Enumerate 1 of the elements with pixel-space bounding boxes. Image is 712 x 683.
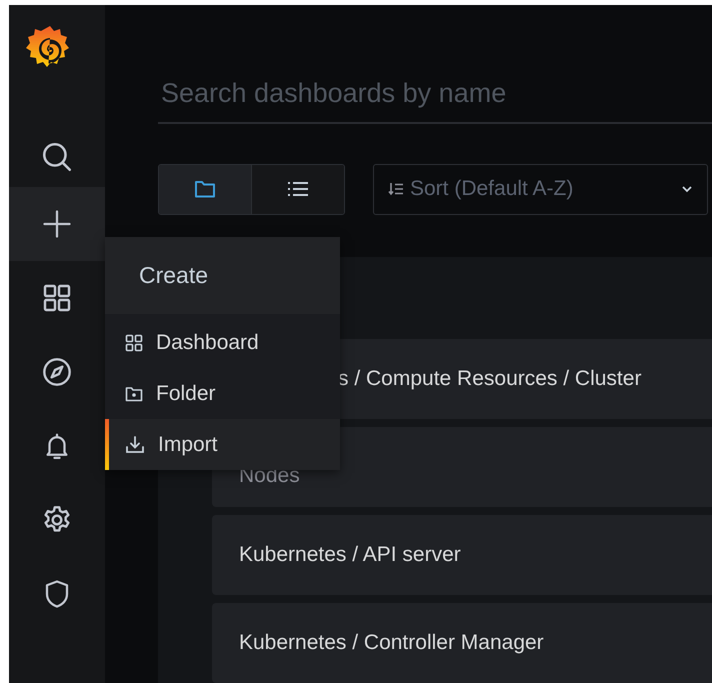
menu-title: Create — [105, 237, 340, 314]
